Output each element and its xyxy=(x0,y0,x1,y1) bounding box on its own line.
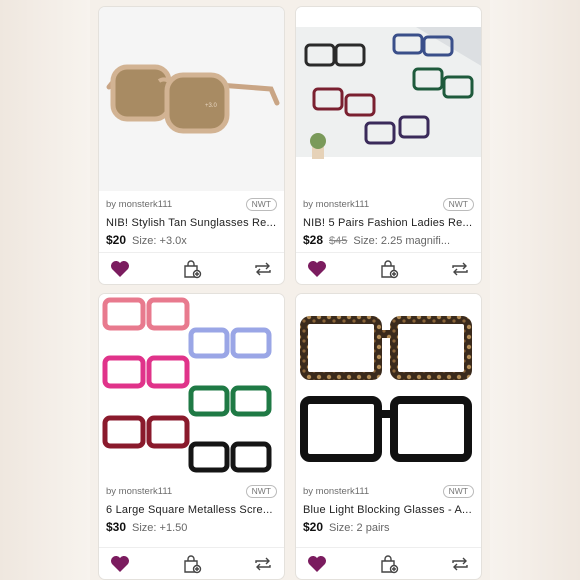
listing-size: Size: +1.50 xyxy=(132,522,188,534)
listing-size: Size: +3.0x xyxy=(132,235,187,247)
shopping-bag-add-icon[interactable] xyxy=(378,258,400,280)
share-repost-icon[interactable] xyxy=(449,553,471,575)
listing-actions xyxy=(296,252,481,284)
listing-title[interactable]: Blue Light Blocking Glasses - A... xyxy=(303,504,474,516)
share-repost-icon[interactable] xyxy=(449,258,471,280)
listing-photo-tan-sunglasses[interactable]: +3.0 xyxy=(99,7,284,191)
listing-card[interactable]: by monsterk111 NWT NIB! 5 Pairs Fashion … xyxy=(295,6,482,285)
listing-title[interactable]: 6 Large Square Metalless Scre... xyxy=(106,504,277,516)
seller-name[interactable]: by monsterk111 xyxy=(303,199,369,210)
listing-size: Size: 2.25 magnifi... xyxy=(353,235,450,247)
seller-name[interactable]: by monsterk111 xyxy=(106,199,172,210)
condition-badge: NWT xyxy=(245,484,277,498)
condition-badge: NWT xyxy=(442,197,474,211)
listing-price: $30 xyxy=(106,520,127,534)
listing-card[interactable]: by monsterk111 NWT 6 Large Square Metall… xyxy=(98,293,285,580)
listing-photo-6-square-glasses[interactable] xyxy=(99,294,284,478)
shopping-bag-add-icon[interactable] xyxy=(378,553,400,575)
share-repost-icon[interactable] xyxy=(252,258,274,280)
listing-title[interactable]: NIB! Stylish Tan Sunglasses Re... xyxy=(106,217,277,229)
heart-icon[interactable] xyxy=(109,553,131,575)
listing-actions xyxy=(99,252,284,284)
listing-card[interactable]: +3.0 by monsterk111 NWT NIB! Stylish Tan… xyxy=(98,6,285,285)
heart-icon[interactable] xyxy=(109,258,131,280)
shopping-bag-add-icon[interactable] xyxy=(181,553,203,575)
original-price: $45 xyxy=(329,235,348,247)
listing-title[interactable]: NIB! 5 Pairs Fashion Ladies Re... xyxy=(303,217,474,229)
listing-price: $28 xyxy=(303,233,324,247)
listing-photo-blue-light-glasses[interactable] xyxy=(296,294,481,478)
heart-icon[interactable] xyxy=(306,258,328,280)
background-right xyxy=(490,0,580,580)
listing-grid: +3.0 by monsterk111 NWT NIB! Stylish Tan… xyxy=(98,6,482,580)
svg-text:+3.0: +3.0 xyxy=(205,103,218,109)
seller-name[interactable]: by monsterk111 xyxy=(106,486,172,497)
condition-badge: NWT xyxy=(442,484,474,498)
listing-size: Size: 2 pairs xyxy=(329,522,390,534)
listing-actions xyxy=(296,547,481,579)
condition-badge: NWT xyxy=(245,197,277,211)
heart-icon[interactable] xyxy=(306,553,328,575)
listing-photo-5-pairs[interactable] xyxy=(296,7,481,191)
listing-card[interactable]: by monsterk111 NWT Blue Light Blocking G… xyxy=(295,293,482,580)
listing-price: $20 xyxy=(106,233,127,247)
background-left xyxy=(0,0,90,580)
listing-actions xyxy=(99,547,284,579)
seller-name[interactable]: by monsterk111 xyxy=(303,486,369,497)
shopping-bag-add-icon[interactable] xyxy=(181,258,203,280)
share-repost-icon[interactable] xyxy=(252,553,274,575)
listing-price: $20 xyxy=(303,520,324,534)
